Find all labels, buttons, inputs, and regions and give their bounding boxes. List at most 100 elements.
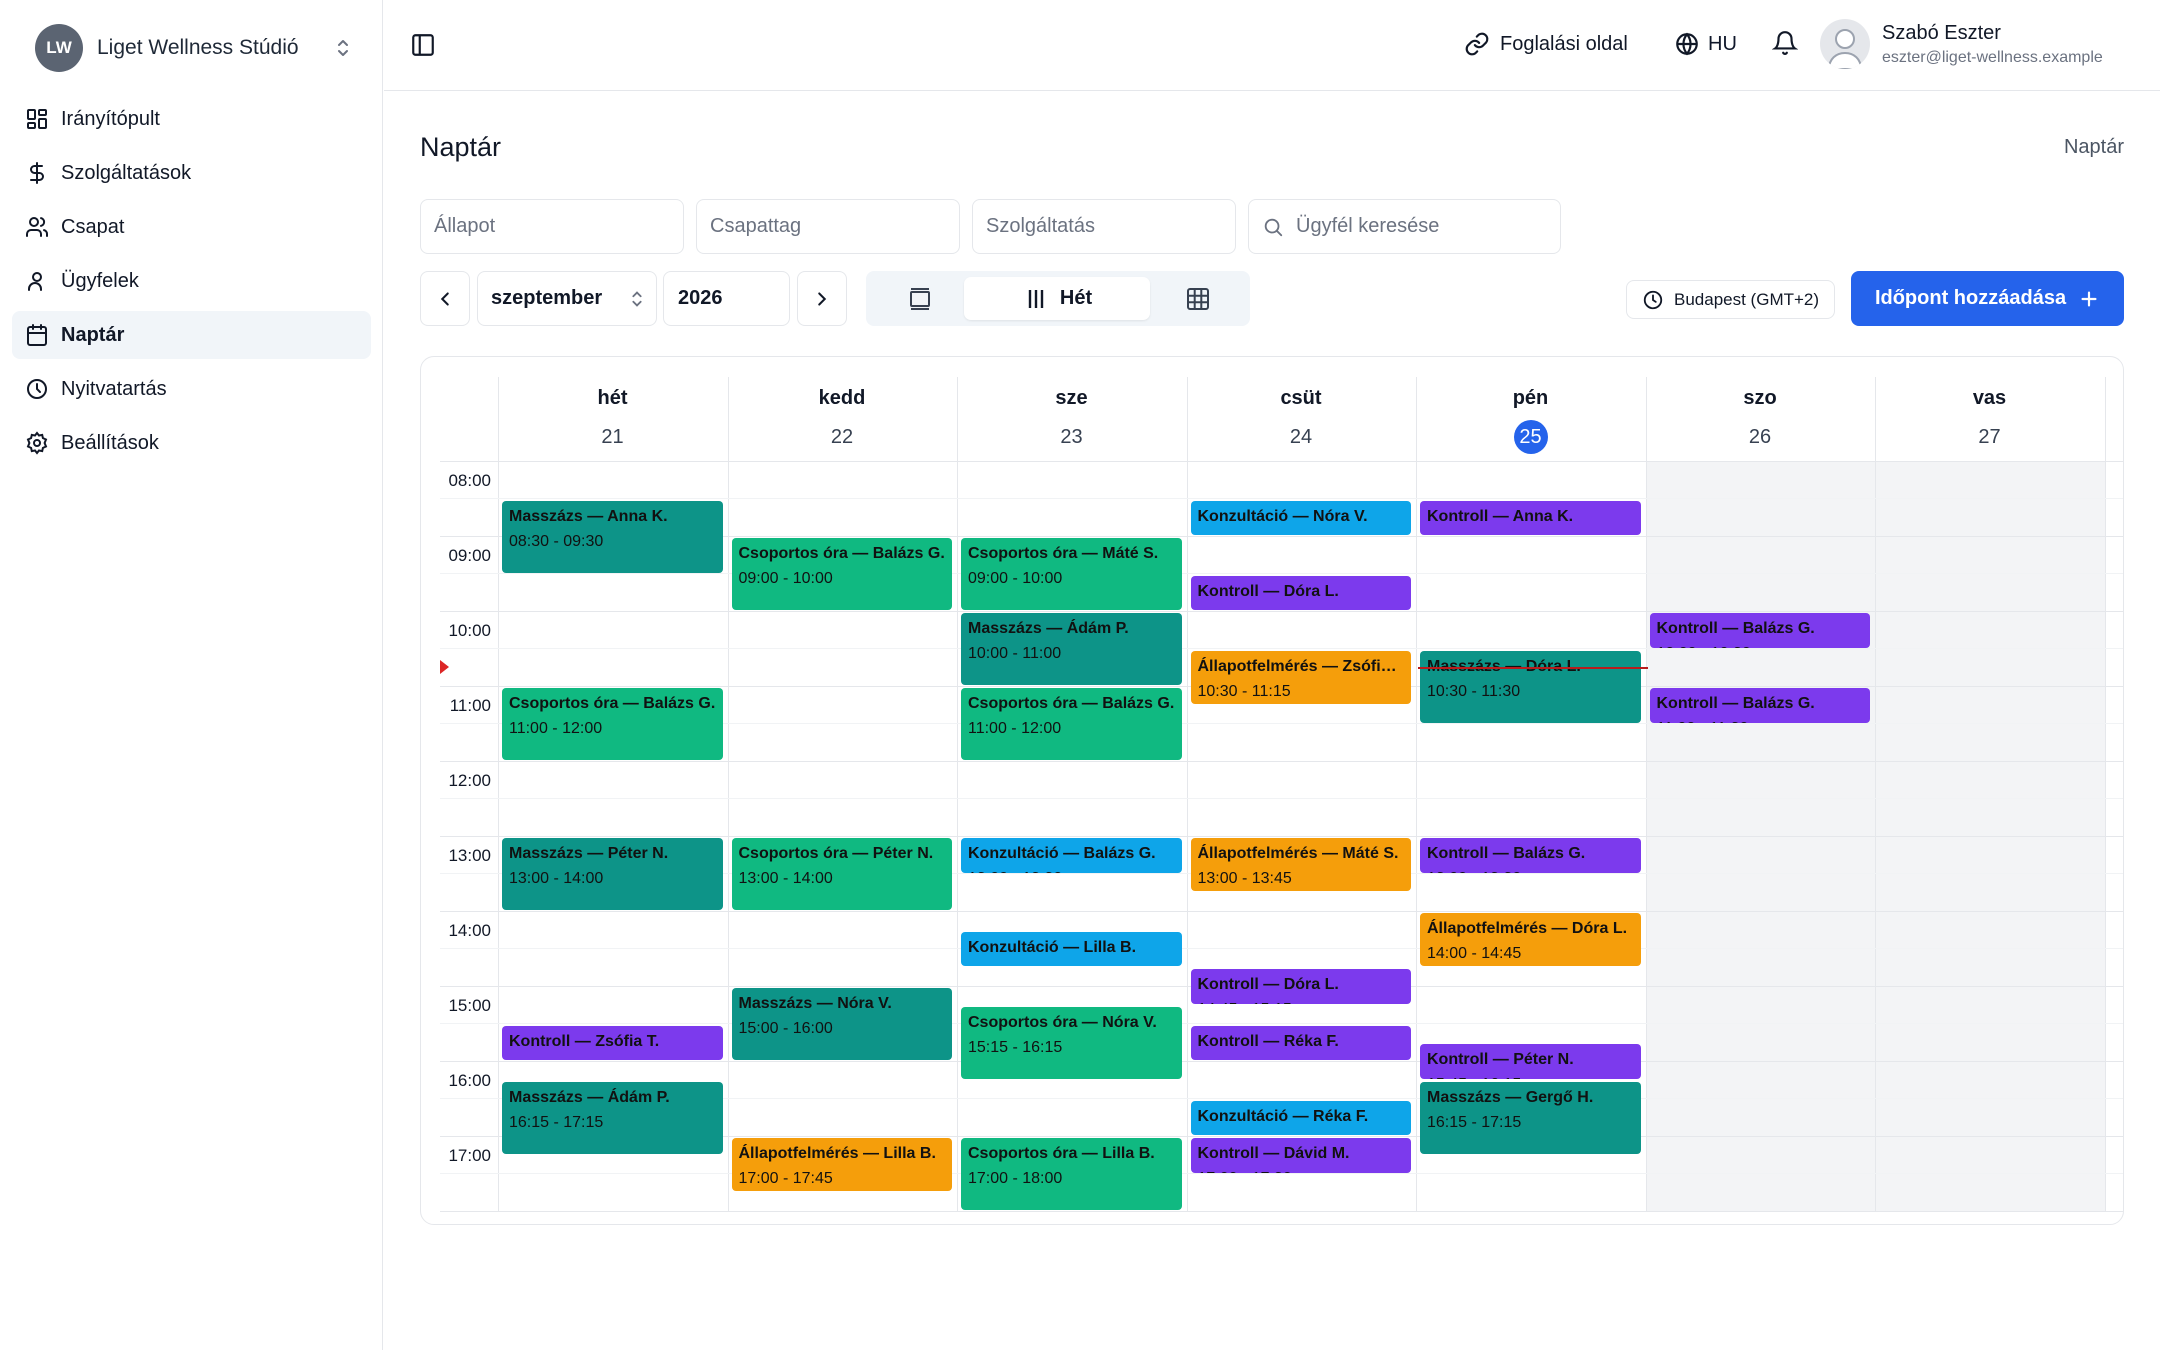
appointment-event[interactable]: Állapotfelmérés — Dóra L. 14:00 - 14:45: [1420, 913, 1641, 967]
appointment-time: 08:30 - 09:00: [1427, 532, 1634, 536]
appointment-event[interactable]: Kontroll — Péter N. 15:45 - 16:15: [1420, 1044, 1641, 1079]
appointment-event[interactable]: Csoportos óra — Máté S. 09:00 - 10:00: [961, 538, 1182, 610]
sidebar-toggle-icon[interactable]: [410, 32, 436, 58]
language-label: HU: [1708, 32, 1737, 55]
appointment-title: Masszázs — Anna K.: [509, 507, 668, 525]
sidebar-item-clients[interactable]: Ügyfelek: [12, 257, 371, 305]
appointment-event[interactable]: Csoportos óra — Lilla B. 17:00 - 18:00: [961, 1138, 1182, 1210]
day-view-button[interactable]: [872, 277, 968, 320]
next-button[interactable]: [797, 271, 847, 326]
appointment-event[interactable]: Kontroll — Balázs G. 13:00 - 13:30: [1420, 838, 1641, 873]
appointment-event[interactable]: Csoportos óra — Balázs G. 11:00 - 12:00: [961, 688, 1182, 760]
appointment-title: Kontroll — Anna K.: [1427, 507, 1574, 525]
plus-icon: [2081, 290, 2097, 307]
day-name: pén: [1512, 387, 1549, 409]
appointment-title: Konzultáció — Nóra V.: [1197, 507, 1368, 525]
workspace-switcher[interactable]: LW Liget Wellness Stúdió: [35, 24, 355, 72]
sidebar-item-label: Naptár: [61, 323, 125, 346]
appointment-event[interactable]: Kontroll — Balázs G. 10:00 - 10:30: [1649, 613, 1870, 648]
appointment-event[interactable]: Csoportos óra — Péter N. 13:00 - 14:00: [731, 838, 952, 910]
appointment-time: 16:15 - 17:15: [509, 1113, 604, 1131]
chevron-left-icon: [440, 291, 449, 306]
user-menu[interactable]: Szabó Eszter eszter@liget-wellness.examp…: [1820, 18, 2103, 70]
appointment-event[interactable]: Masszázs — Péter N. 13:00 - 14:00: [502, 838, 723, 910]
language-switcher[interactable]: HU: [1674, 26, 1737, 62]
sidebar-item-opening-hours[interactable]: Nyitvatartás: [12, 365, 371, 413]
appointment-event[interactable]: Masszázs — Gergő H. 16:15 - 17:15: [1420, 1081, 1641, 1154]
day-date-value: 26: [1748, 426, 1772, 448]
day-date: 22: [728, 420, 957, 454]
service-filter[interactable]: Szolgáltatás: [972, 199, 1236, 254]
status-filter[interactable]: Állapot: [420, 199, 684, 254]
week-view-button[interactable]: Hét: [964, 277, 1150, 320]
appointment-event[interactable]: Kontroll — Dávid M. 17:00 - 17:30: [1190, 1138, 1411, 1173]
week-view-label: Hét: [1059, 287, 1093, 309]
appointment-event[interactable]: Csoportos óra — Nóra V. 15:15 - 16:15: [961, 1006, 1182, 1079]
hour-label: 11:00: [449, 696, 491, 715]
day-date: 24: [1187, 420, 1416, 454]
appointment-event[interactable]: Kontroll — Anna K. 08:30 - 09:00: [1420, 500, 1641, 536]
appointment-event[interactable]: Állapotfelmérés — Zsófia T. 10:30 - 11:15: [1190, 650, 1411, 704]
appointment-event[interactable]: Masszázs — Anna K. 08:30 - 09:30: [502, 500, 723, 573]
sidebar-item-team[interactable]: Csapat: [12, 203, 371, 251]
appointment-event[interactable]: Kontroll — Réka F. 15:30 - 16:00: [1190, 1025, 1411, 1060]
client-search-input[interactable]: Ügyfél keresése: [1248, 199, 1561, 254]
sidebar-item-dashboard[interactable]: Irányítópult: [12, 95, 371, 143]
appointment-event[interactable]: Kontroll — Balázs G. 11:00 - 11:30: [1649, 688, 1870, 723]
half-hour-line: [440, 573, 2123, 574]
year-input[interactable]: 2026: [663, 271, 790, 326]
appointment-time: 11:00 - 12:00: [509, 720, 603, 737]
month-select[interactable]: szeptember: [477, 271, 657, 326]
hour-label: 16:00: [448, 1071, 491, 1090]
day-name: hét: [597, 387, 628, 409]
add-appointment-button[interactable]: Időpont hozzáadása: [1851, 271, 2124, 326]
bell-icon[interactable]: [1772, 30, 1798, 56]
day-header[interactable]: pén 25: [1416, 387, 1645, 454]
appointment-event[interactable]: Csoportos óra — Balázs G. 11:00 - 12:00: [502, 688, 723, 760]
appointment-event[interactable]: Kontroll — Dóra L. 09:30 - 10:00: [1190, 575, 1411, 610]
appointment-title: Kontroll — Dóra L.: [1197, 582, 1339, 600]
day-header[interactable]: kedd 22: [728, 387, 957, 454]
day-header[interactable]: vas 27: [1875, 387, 2104, 454]
search-placeholder: Ügyfél keresése: [1296, 215, 1440, 237]
day-column-divider: [1416, 377, 1417, 1212]
day-column-divider: [727, 377, 729, 1212]
hour-line: [440, 911, 2123, 912]
appointment-event[interactable]: Kontroll — Zsófia T. 15:30 - 16:00: [502, 1025, 723, 1060]
day-header[interactable]: hét 21: [498, 387, 727, 454]
appointment-event[interactable]: Konzultáció — Lilla B. 14:15 - 14:45: [961, 931, 1182, 967]
team-member-filter[interactable]: Csapattag: [696, 199, 960, 254]
booking-link-label: Foglalási oldal: [1500, 32, 1628, 55]
sidebar-item-services[interactable]: Szolgáltatások: [12, 149, 371, 197]
appointment-event[interactable]: Állapotfelmérés — Máté S. 13:00 - 13:45: [1190, 838, 1411, 892]
day-header[interactable]: szo 26: [1646, 387, 1875, 454]
appointment-time: 10:30 - 11:15: [1197, 682, 1291, 700]
appointment-event[interactable]: Masszázs — Ádám P. 16:15 - 17:15: [502, 1081, 723, 1154]
appointment-title: Masszázs — Gergő H.: [1427, 1088, 1594, 1106]
month-view-button[interactable]: [1150, 277, 1246, 320]
appointment-event[interactable]: Konzultáció — Balázs G. 13:00 - 13:30: [961, 838, 1182, 873]
appointment-event[interactable]: Konzultáció — Nóra V. 08:30 - 09:00: [1190, 500, 1411, 535]
day-header[interactable]: csüt 24: [1187, 387, 1416, 454]
top-bar: Foglalási oldal HU Szabó Eszter eszter@l…: [384, 0, 2160, 91]
appointment-event[interactable]: Állapotfelmérés — Lilla B. 17:00 - 17:45: [731, 1138, 952, 1192]
sidebar-item-settings[interactable]: Beállítások: [12, 419, 371, 467]
appointment-event[interactable]: Masszázs — Dóra L. 10:30 - 11:30: [1420, 650, 1641, 723]
appointment-title: Konzultáció — Balázs G.: [968, 845, 1156, 862]
appointment-event[interactable]: Csoportos óra — Balázs G. 09:00 - 10:00: [731, 538, 952, 610]
appointment-event[interactable]: Masszázs — Ádám P. 10:00 - 11:00: [961, 613, 1182, 685]
appointment-event[interactable]: Masszázs — Nóra V. 15:00 - 16:00: [731, 988, 952, 1060]
sidebar-item-calendar[interactable]: Naptár: [12, 311, 371, 359]
day-header[interactable]: sze 23: [957, 387, 1186, 454]
appointment-event[interactable]: Kontroll — Dóra L. 14:45 - 15:15: [1190, 969, 1411, 1004]
chevron-up-down-icon: [338, 40, 348, 56]
appointment-event[interactable]: Konzultáció — Réka F. 16:30 - 17:00: [1190, 1100, 1411, 1135]
booking-page-link[interactable]: Foglalási oldal: [1464, 26, 1628, 62]
appointment-title: Csoportos óra — Máté S.: [968, 545, 1159, 562]
hour-label: 17:00: [448, 1146, 491, 1165]
prev-button[interactable]: [420, 271, 470, 326]
hour-label: 14:00: [448, 921, 491, 940]
timezone-button[interactable]: Budapest (GMT+2): [1626, 280, 1836, 319]
sidebar-item-label: Beállítások: [61, 431, 159, 454]
brand-name: Liget Wellness Stúdió: [97, 36, 299, 59]
